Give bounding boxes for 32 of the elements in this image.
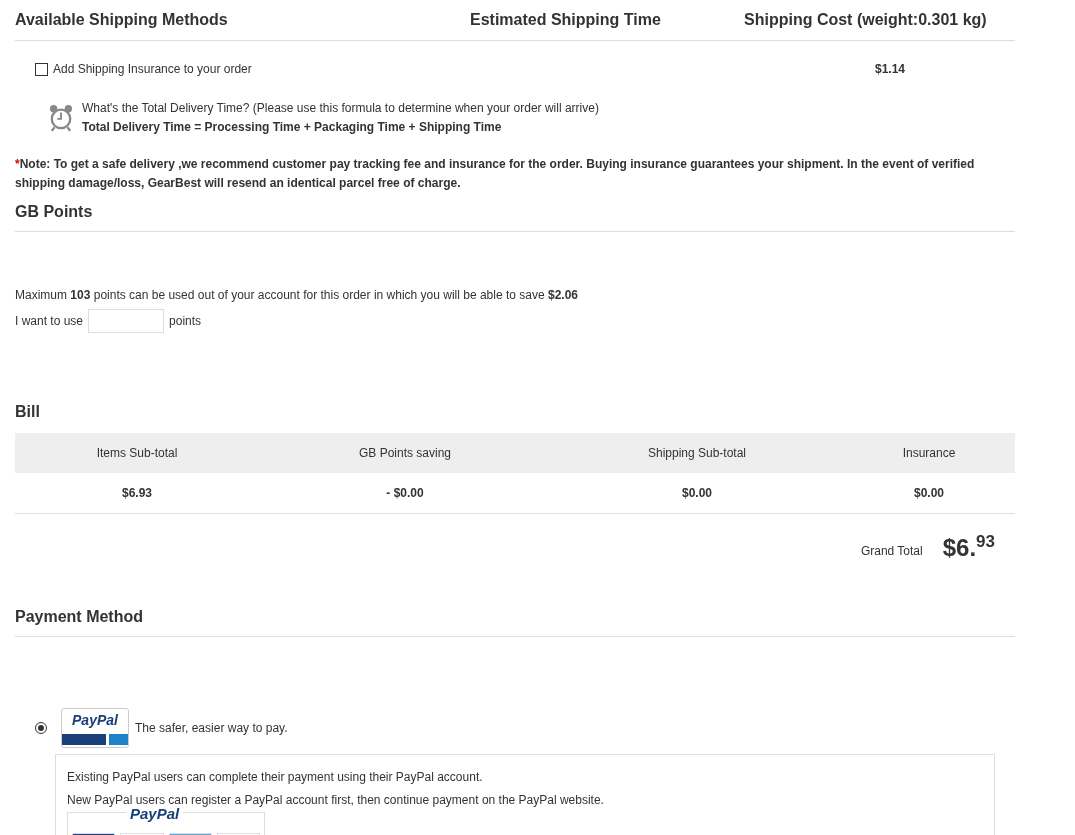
column-header: Shipping Sub-total — [646, 446, 748, 460]
paypal-logo: PayPal — [61, 708, 129, 748]
shipping-note: *Note: To get a safe delivery ,we recommend customer pay tracking fee and insurance for the order. Buying insurance guarantees your shipment. In the event of verified shipping damage/loss, GearBest will resend an identical parcel free of charge. — [15, 156, 976, 192]
insurance-checkbox[interactable] — [35, 62, 48, 76]
delivery-formula: Total Delivery Time = Processing Time + Packaging Time + Shipping Time — [82, 119, 503, 136]
grand-total-label: Grand Total — [860, 544, 923, 560]
section-title: Payment Method — [15, 598, 1015, 637]
grand-total-value: $6.$^{93}$ — [942, 531, 995, 560]
table-cell-text: $0.00 — [681, 486, 713, 500]
section-title: Bill — [15, 402, 41, 422]
insurance-label: Add Shipping Insurance to your order — [53, 62, 252, 76]
delivery-question: What's the Total Delivery Time? (Please use this formula to determine when your order will arrive) — [82, 100, 599, 117]
column-header: GB Points saving — [357, 446, 452, 460]
payment-detail-text: New PayPal users can register a PayPal account first, then continue payment on the PayPal website. — [67, 793, 605, 807]
column-heading: Shipping Cost (weight:0.301 kg) — [744, 11, 987, 29]
section-title: GB Points — [15, 193, 1015, 232]
payment-detail-text: Existing PayPal users can complete their payment using their PayPal account. — [67, 770, 484, 784]
table-cell-text: $0.00 — [913, 486, 945, 500]
column-header: Insurance — [901, 446, 957, 460]
column-header: Items Sub-total — [95, 446, 179, 460]
points-input[interactable] — [88, 309, 165, 333]
points-suffix: points — [169, 314, 202, 328]
paypal-logo-text: PayPal — [126, 805, 184, 822]
table-cell-text: - $0.00 — [385, 486, 425, 500]
points-info: Maximum 103 points can be used out of your account for this order in which you will be able to save $2.06 — [15, 288, 579, 302]
payment-tagline: The safer, easier way to pay. — [135, 721, 288, 735]
column-heading: Estimated Shipping Time — [470, 11, 662, 29]
alarm-clock-icon — [49, 104, 73, 132]
points-prefix: I want to use — [15, 314, 84, 328]
insurance-price: $1.14 — [874, 62, 905, 76]
column-heading: Available Shipping Methods — [15, 11, 229, 29]
table-cell-text: $6.93 — [121, 486, 153, 500]
